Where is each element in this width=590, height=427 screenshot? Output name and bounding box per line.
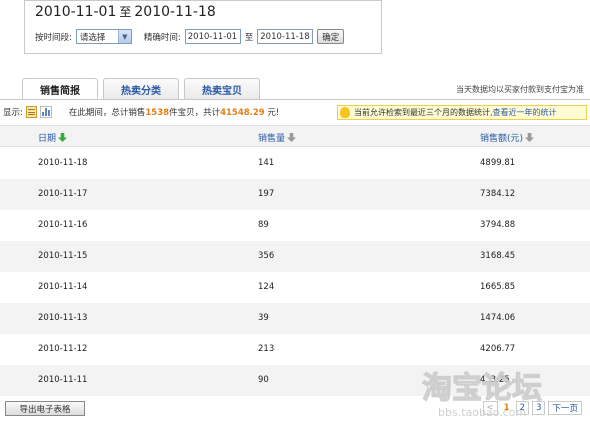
cell-date: 2010-11-12 bbox=[38, 344, 88, 354]
tip-link[interactable]: 查看近一年的统计 bbox=[493, 107, 557, 118]
cell-date: 2010-11-18 bbox=[38, 158, 88, 168]
range-end: 2010-11-18 bbox=[134, 4, 216, 20]
table-row: 2010-11-14 124 1665.85 bbox=[0, 272, 590, 303]
period-select-value: 请选择 bbox=[79, 32, 106, 43]
page-1[interactable]: 1 bbox=[500, 401, 513, 415]
cell-date: 2010-11-13 bbox=[38, 313, 88, 323]
cell-amount: 3168.45 bbox=[480, 251, 516, 261]
sort-icon[interactable] bbox=[525, 133, 535, 142]
date-range-panel: 2010-11-01 至 2010-11-18 按时间段: 请选择 ▼ 精确时间: … bbox=[24, 0, 382, 54]
exact-sep: 至 bbox=[244, 32, 254, 43]
table-row: 2010-11-17 197 7384.12 bbox=[0, 179, 590, 210]
summary-prefix: 在此期间，总计销售 bbox=[68, 108, 146, 118]
cell-date: 2010-11-17 bbox=[38, 189, 88, 199]
display-label: 显示: bbox=[3, 108, 23, 118]
chevron-down-icon[interactable]: ▼ bbox=[117, 30, 131, 43]
cell-amount: 1665.85 bbox=[480, 282, 516, 292]
table-row: 2010-11-12 213 4206.77 bbox=[0, 334, 590, 365]
cell-date: 2010-11-14 bbox=[38, 282, 88, 292]
confirm-button[interactable]: 确定 bbox=[317, 29, 345, 44]
cell-amount: 4..3.25 bbox=[480, 375, 510, 385]
cell-amount: 3794.88 bbox=[480, 220, 516, 230]
tab-hot-items[interactable]: 热卖宝贝 bbox=[184, 78, 260, 99]
cell-amount: 1474.06 bbox=[480, 313, 516, 323]
range-start: 2010-11-01 bbox=[35, 4, 117, 20]
list-view-icon[interactable] bbox=[25, 106, 37, 118]
pagination: < 1 2 3 下一页 bbox=[482, 401, 582, 415]
period-select[interactable]: 请选择 ▼ bbox=[75, 29, 132, 44]
sort-icon[interactable] bbox=[287, 133, 297, 142]
tab-sales-summary[interactable]: 销售简报 bbox=[22, 78, 98, 100]
prev-page-button[interactable]: < bbox=[482, 401, 498, 415]
tip-text: 当前允许检索到最近三个月的数据统计, bbox=[354, 108, 493, 117]
cell-amount: 4899.81 bbox=[480, 158, 516, 168]
cell-date: 2010-11-15 bbox=[38, 251, 88, 261]
tab-divider bbox=[0, 99, 590, 100]
page-2[interactable]: 2 bbox=[515, 401, 530, 415]
tab-bar: 销售简报 热卖分类 热卖宝贝 bbox=[22, 78, 260, 100]
data-note: 当天数据均以买家付款到支付宝为准 bbox=[456, 85, 584, 94]
cell-quantity: 90 bbox=[258, 375, 269, 385]
range-controls: 按时间段: 请选择 ▼ 精确时间: 2010-11-01 至 2010-11-1… bbox=[35, 29, 345, 44]
cell-quantity: 89 bbox=[258, 220, 269, 230]
cell-quantity: 124 bbox=[258, 282, 275, 292]
cell-quantity: 39 bbox=[258, 313, 269, 323]
col-quantity-label: 销售量 bbox=[258, 134, 286, 144]
summary-text: 在此期间，总计销售1538件宝贝，共计41548.29 元! bbox=[69, 106, 279, 118]
summary-total: 41548.29 bbox=[220, 108, 265, 118]
export-spreadsheet-button[interactable]: 导出电子表格 bbox=[5, 401, 85, 416]
page-3[interactable]: 3 bbox=[532, 401, 546, 415]
sort-down-icon[interactable] bbox=[58, 133, 68, 142]
period-label: 按时间段: bbox=[35, 32, 72, 43]
col-quantity-header[interactable]: 销售量 bbox=[258, 131, 297, 144]
cell-amount: 4206.77 bbox=[480, 344, 516, 354]
cell-quantity: 141 bbox=[258, 158, 275, 168]
summary-suffix: 元! bbox=[267, 108, 280, 118]
table-row: 2010-11-13 39 1474.06 bbox=[0, 303, 590, 334]
tip-banner: 当前允许检索到最近三个月的数据统计, 查看近一年的统计 bbox=[337, 105, 587, 120]
tab-hot-categories[interactable]: 热卖分类 bbox=[103, 78, 179, 99]
exact-start-input[interactable]: 2010-11-01 bbox=[184, 29, 241, 44]
chart-view-icon[interactable] bbox=[39, 106, 52, 118]
col-date-header[interactable]: 日期 bbox=[38, 131, 68, 144]
cell-amount: 7384.12 bbox=[480, 189, 516, 199]
summary-count: 1538 bbox=[145, 108, 170, 118]
date-range-title: 2010-11-01 至 2010-11-18 bbox=[35, 3, 216, 20]
col-amount-header[interactable]: 销售额(元) bbox=[480, 131, 535, 144]
table-header: 日期 销售量 销售额(元) bbox=[0, 125, 590, 147]
exact-end-input[interactable]: 2010-11-18 bbox=[257, 29, 314, 44]
table-row: 2010-11-11 90 4..3.25 bbox=[0, 365, 590, 396]
cell-quantity: 197 bbox=[258, 189, 275, 199]
col-date-label: 日期 bbox=[38, 134, 57, 144]
col-amount-label: 销售额(元) bbox=[480, 134, 524, 144]
cell-date: 2010-11-16 bbox=[38, 220, 88, 230]
cell-date: 2010-11-11 bbox=[38, 375, 88, 385]
table-row: 2010-11-18 141 4899.81 bbox=[0, 148, 590, 179]
lightbulb-icon bbox=[340, 107, 350, 118]
summary-mid: 件宝贝，共计 bbox=[169, 108, 221, 118]
table-row: 2010-11-15 356 3168.45 bbox=[0, 241, 590, 272]
range-sep: 至 bbox=[119, 5, 132, 19]
cell-quantity: 356 bbox=[258, 251, 275, 261]
cell-quantity: 213 bbox=[258, 344, 275, 354]
display-row: 显示: 在此期间，总计销售1538件宝贝，共计41548.29 元! bbox=[3, 106, 279, 118]
next-page-button[interactable]: 下一页 bbox=[548, 401, 582, 415]
table-row: 2010-11-16 89 3794.88 bbox=[0, 210, 590, 241]
exact-time-label: 精确时间: bbox=[143, 32, 181, 43]
